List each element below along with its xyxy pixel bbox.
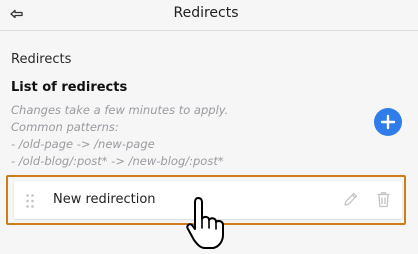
- help-line: Common patterns:: [11, 120, 119, 134]
- plus-icon: [380, 114, 396, 130]
- help-line: - /old-blog/:post* -> /new-blog/:post*: [11, 154, 224, 168]
- redirect-label[interactable]: New redirection: [53, 192, 156, 207]
- section-label: Redirects: [11, 52, 72, 67]
- trash-icon[interactable]: [376, 191, 391, 208]
- help-text: Changes take a few minutes to apply. Com…: [11, 102, 228, 170]
- pencil-icon[interactable]: [342, 191, 359, 208]
- redirects-panel: Redirects Redirects List of redirects Ch…: [0, 0, 418, 254]
- drag-handle-icon[interactable]: [25, 193, 35, 209]
- panel-header: Redirects: [0, 0, 418, 31]
- list-title: List of redirects: [11, 80, 128, 95]
- add-redirect-button[interactable]: [374, 108, 402, 136]
- help-line: - /old-page -> /new-page: [11, 137, 155, 151]
- help-line: Changes take a few minutes to apply.: [11, 103, 229, 117]
- list-item[interactable]: New redirection: [14, 181, 402, 219]
- page-title: Redirects: [173, 5, 239, 21]
